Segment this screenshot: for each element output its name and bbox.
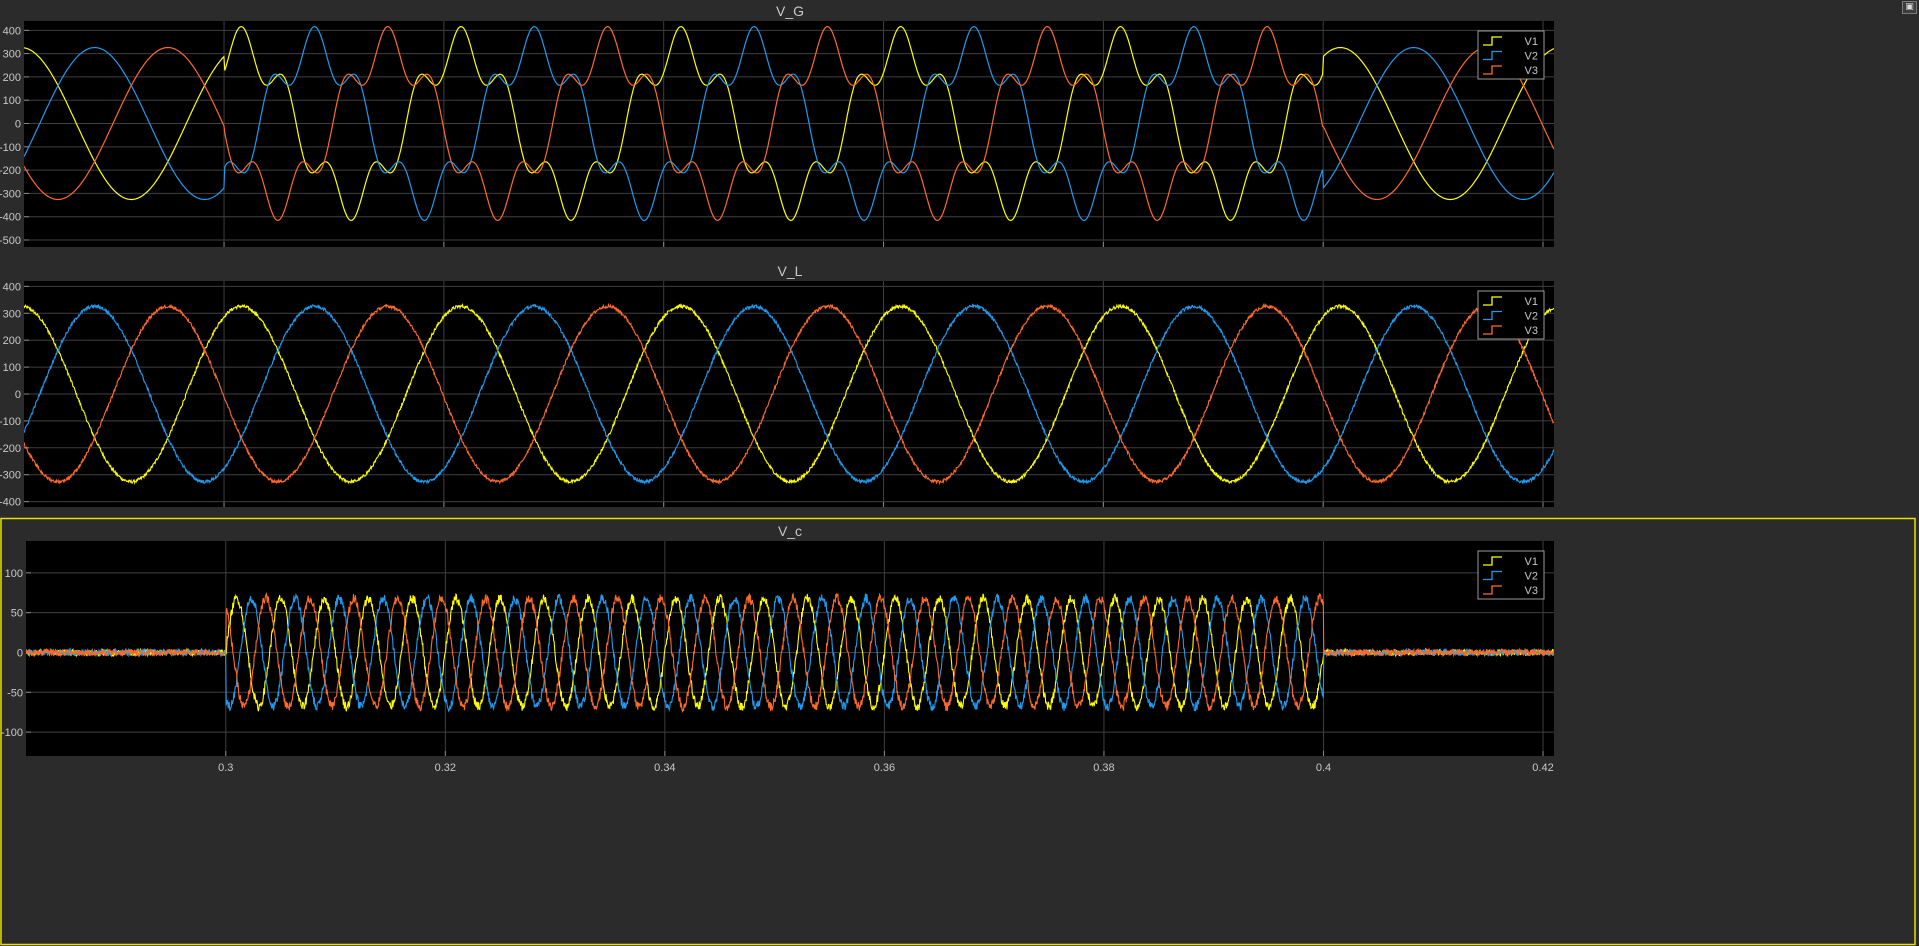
legend-label: V3 bbox=[1525, 585, 1538, 597]
x-tick-label: 0.32 bbox=[435, 762, 456, 774]
x-tick-label: 0.36 bbox=[874, 762, 895, 774]
panel-title: V_c bbox=[778, 523, 802, 539]
y-tick-label: -500 bbox=[0, 235, 21, 247]
y-tick-label: -300 bbox=[0, 188, 21, 200]
y-tick-label: 0 bbox=[15, 119, 21, 131]
y-tick-label: 400 bbox=[3, 25, 21, 37]
legend-label: V2 bbox=[1525, 311, 1538, 323]
y-tick-label: -200 bbox=[0, 165, 21, 177]
legend[interactable]: V1 V2 V3 bbox=[1477, 290, 1545, 340]
panel-v-c[interactable]: V_c 100 50 0 -50 -100 0.3 0.32 0.34 0.36 0.38 0.4 0.… bbox=[0, 517, 1916, 946]
panel-v-g[interactable]: V_G 400 300 200 100 0 -100 -200 -300 -400 -500 V1 V2… bbox=[0, 3, 1554, 247]
y-tick-label: -100 bbox=[1, 727, 23, 739]
y-tick-label: 200 bbox=[3, 72, 21, 84]
y-tick-label: 0 bbox=[17, 647, 23, 659]
legend-label: V2 bbox=[1525, 571, 1538, 583]
y-tick-label: 300 bbox=[3, 49, 21, 61]
y-tick-label: 300 bbox=[3, 308, 21, 320]
x-tick-label: 0.42 bbox=[1532, 762, 1553, 774]
legend-label: V1 bbox=[1525, 556, 1538, 568]
y-tick-label: 0 bbox=[15, 389, 21, 401]
legend[interactable]: V1 V2 V3 bbox=[1477, 30, 1545, 80]
y-tick-label: -400 bbox=[0, 497, 21, 509]
legend-label: V3 bbox=[1525, 325, 1538, 337]
y-tick-label: -50 bbox=[7, 687, 23, 699]
legend-label: V1 bbox=[1525, 296, 1538, 308]
x-tick-label: 0.3 bbox=[218, 762, 233, 774]
x-tick-label: 0.4 bbox=[1316, 762, 1331, 774]
y-tick-label: -100 bbox=[0, 142, 21, 154]
y-tick-label: 50 bbox=[11, 608, 23, 620]
y-tick-label: -300 bbox=[0, 470, 21, 482]
y-tick-label: -400 bbox=[0, 212, 21, 224]
y-tick-label: -100 bbox=[0, 416, 21, 428]
x-tick-label: 0.34 bbox=[654, 762, 675, 774]
legend-label: V1 bbox=[1525, 36, 1538, 48]
scope-figure: V_G4003002001000-100-200-300-400-500V1V2… bbox=[0, 3, 1916, 946]
y-tick-label: 100 bbox=[3, 362, 21, 374]
panel-title: V_L bbox=[778, 263, 803, 279]
restore-icon[interactable]: ▣ bbox=[1902, 1, 1917, 14]
y-tick-label: -200 bbox=[0, 443, 21, 455]
legend-label: V3 bbox=[1525, 65, 1538, 77]
x-tick-label: 0.38 bbox=[1093, 762, 1114, 774]
y-tick-label: 100 bbox=[3, 95, 21, 107]
y-tick-label: 400 bbox=[3, 281, 21, 293]
legend-label: V2 bbox=[1525, 51, 1538, 63]
panel-v-l[interactable]: V_L 400 300 200 100 0 -100 -200 -300 -400 V1 V2 V3 bbox=[0, 263, 1554, 509]
panel-title: V_G bbox=[776, 3, 804, 19]
y-tick-label: 100 bbox=[5, 568, 23, 580]
legend[interactable]: V1 V2 V3 bbox=[1477, 550, 1545, 600]
y-tick-label: 200 bbox=[3, 335, 21, 347]
